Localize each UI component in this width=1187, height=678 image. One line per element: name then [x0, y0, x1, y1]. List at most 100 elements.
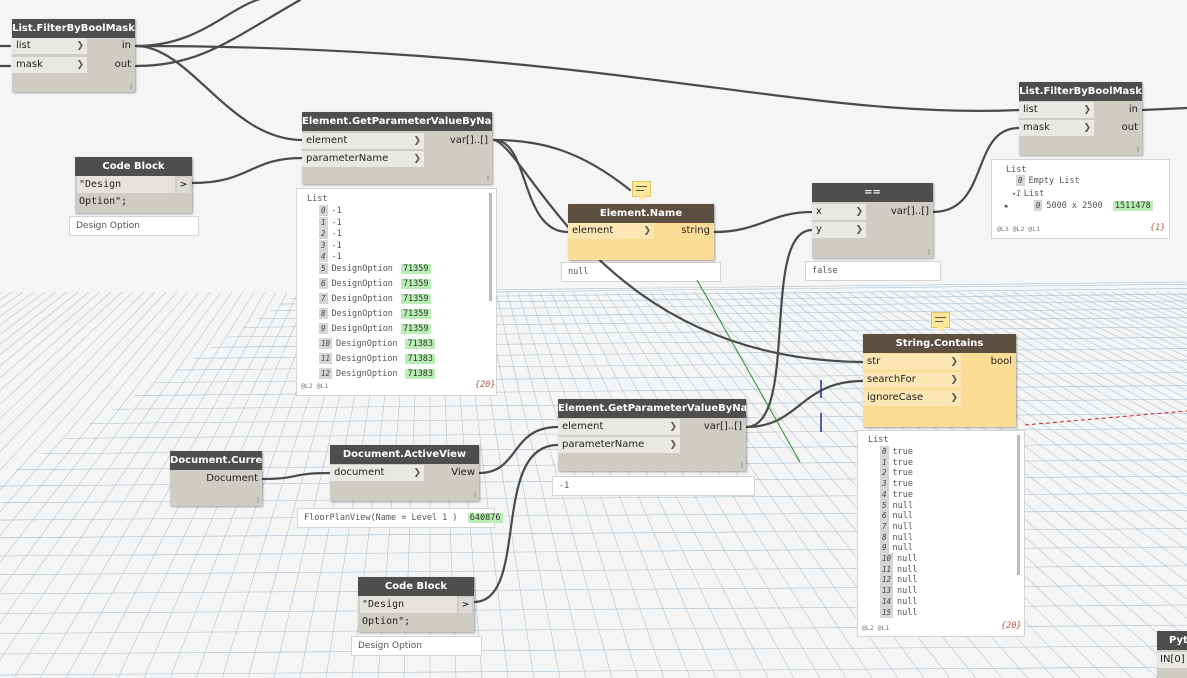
input-port-element[interactable]: element ❯ — [302, 133, 424, 149]
code-block-editor[interactable]: "Design Option"; — [77, 176, 175, 207]
element-id-link[interactable]: 71383 — [405, 353, 436, 364]
get-parameter-value-node[interactable]: Element.GetParameterValueByName element ❯… — [302, 112, 492, 184]
wire[interactable] — [477, 425, 560, 475]
input-port-in0[interactable]: IN[0] — [1157, 652, 1187, 668]
filter-preview-list[interactable]: List 0 Empty List ▾1 List ▪ 0 5000 x 2500 1… — [991, 159, 1170, 239]
input-port-list[interactable]: list ❯ — [1019, 102, 1094, 118]
document-active-view-node[interactable]: Document.ActiveView document ❯ View | — [330, 445, 479, 501]
output-port-var[interactable]: var[]..[] — [442, 133, 492, 149]
preview-row: 5 DesignOption 71359 — [319, 262, 431, 274]
preview-count: {1} — [1150, 223, 1166, 233]
equals-node[interactable]: == x ❯ y ❯ var[]..[] | — [812, 183, 933, 258]
node-title: Code Block — [75, 157, 192, 176]
preview-row: 9 null — [880, 542, 913, 554]
node-title: Document.ActiveView — [330, 445, 479, 464]
preview-scrollbar[interactable] — [1017, 435, 1020, 575]
string-contains-node[interactable]: String.Contains str ❯ searchFor ❯ ignoreCa… — [863, 334, 1016, 427]
output-port-in[interactable]: in — [1100, 102, 1142, 118]
python-script-node[interactable]: Pyt IN[0] — [1157, 631, 1187, 678]
code-block-editor[interactable]: "Design Option"; — [360, 596, 457, 627]
preview-count: {20} — [1001, 621, 1022, 631]
input-port-str[interactable]: str ❯ — [863, 354, 961, 370]
input-port-element[interactable]: element ❯ — [568, 223, 654, 239]
output-port[interactable]: > — [177, 177, 190, 193]
filter-by-bool-mask-node[interactable]: List.FilterByBoolMask list ❯ mask ❯ in out… — [12, 19, 135, 92]
input-port-document[interactable]: document ❯ — [330, 465, 424, 481]
code-block-node[interactable]: Code Block "Design Option"; > — [75, 157, 192, 213]
preview-row: 2 true — [880, 467, 913, 479]
element-id-link[interactable]: 71383 — [405, 368, 436, 379]
input-port-y[interactable]: y ❯ — [812, 222, 866, 238]
node-title: Code Block — [358, 577, 474, 596]
preview-row: 8 null — [880, 531, 913, 543]
preview-row: 4 -1 — [319, 251, 342, 262]
node-preview-list[interactable]: List 0 -1 1 -1 2 -1 3 -1 4 -1 5 DesignOption 71359 6 D… — [296, 188, 497, 396]
preview-levels[interactable]: @L2 @L1 — [862, 624, 889, 632]
output-port-string[interactable]: string — [668, 223, 714, 239]
wire[interactable] — [134, 0, 302, 68]
node-corner: | — [740, 462, 743, 469]
output-port-document[interactable]: Document — [190, 471, 262, 487]
output-port-bool[interactable]: bool — [973, 354, 1016, 370]
wire[interactable] — [134, 44, 1021, 113]
wire[interactable] — [744, 228, 814, 429]
preview-levels[interactable]: @L2 @L1 — [301, 382, 328, 390]
output-port-var[interactable]: var[]..[] — [698, 419, 746, 435]
input-port-mask[interactable]: mask ❯ — [12, 57, 87, 73]
note-icon[interactable] — [931, 312, 950, 332]
preview-list-header: List — [868, 435, 889, 445]
input-port-search-for[interactable]: searchFor ❯ — [863, 372, 961, 388]
output-port-out[interactable]: out — [93, 57, 135, 73]
node-title: Element.GetParameterValueByName — [558, 399, 746, 418]
preview-row: 0 true — [880, 446, 913, 457]
wire[interactable] — [134, 0, 302, 48]
wire[interactable] — [190, 156, 304, 185]
preview-row: 0 -1 — [319, 205, 342, 216]
wire[interactable] — [492, 138, 632, 192]
wire[interactable] — [472, 443, 560, 604]
output-port[interactable]: > — [459, 597, 472, 613]
output-port-var[interactable]: var[]..[] — [884, 204, 933, 220]
output-port-out[interactable]: out — [1100, 120, 1142, 136]
output-port-in[interactable]: in — [93, 38, 135, 54]
preview-row: 1 -1 — [319, 216, 342, 228]
wire[interactable] — [492, 138, 570, 234]
wire[interactable] — [712, 210, 814, 234]
input-port-parameter-name[interactable]: parameterName ❯ — [302, 151, 424, 167]
wire[interactable] — [744, 379, 865, 429]
wire[interactable] — [1141, 106, 1187, 112]
input-port-mask[interactable]: mask ❯ — [1019, 120, 1094, 136]
element-id-link[interactable]: 71359 — [400, 263, 431, 274]
element-id-link[interactable]: 71359 — [400, 323, 431, 334]
note-icon[interactable] — [632, 181, 651, 201]
node-corner: | — [486, 175, 489, 182]
input-port-ignore-case[interactable]: ignoreCase ❯ — [863, 390, 961, 406]
wire[interactable] — [260, 471, 332, 481]
string-contains-preview-list[interactable]: List 0 true 1 true 2 true 3 true 4 true 5 null 6 null… — [857, 430, 1025, 637]
output-port-view[interactable]: View — [435, 465, 479, 481]
element-id-link[interactable]: 71359 — [400, 278, 431, 289]
input-port-list[interactable]: list ❯ — [12, 38, 87, 54]
element-id-link[interactable]: 71359 — [400, 293, 431, 304]
element-name-node[interactable]: Element.Name element ❯ string — [568, 204, 714, 260]
wire[interactable] — [134, 44, 304, 142]
preview-scrollbar[interactable] — [489, 193, 492, 301]
input-port-element[interactable]: element ❯ — [558, 419, 680, 435]
dynamo-canvas[interactable]: List.FilterByBoolMask list ❯ mask ❯ in out… — [0, 0, 1187, 678]
code-block-node[interactable]: Code Block "Design Option"; > — [358, 577, 474, 632]
get-parameter-value-node[interactable]: Element.GetParameterValueByName element ❯… — [558, 399, 746, 471]
filter-by-bool-mask-node[interactable]: List.FilterByBoolMask list ❯ mask ❯ in out… — [1019, 82, 1142, 155]
element-id-link[interactable]: 71383 — [405, 338, 436, 349]
preview-row: 8 DesignOption 71359 — [319, 307, 431, 319]
input-port-x[interactable]: x ❯ — [812, 204, 866, 220]
preview-row: 14 null — [880, 595, 918, 607]
element-id-link[interactable]: 71359 — [400, 308, 431, 319]
preview-row: 1 true — [880, 456, 913, 468]
node-corner: | — [927, 249, 930, 256]
node-corner: | — [129, 83, 132, 90]
document-current-node[interactable]: Document.Current Document | — [170, 451, 262, 506]
preview-levels[interactable]: @L3 @L2 @L1 — [997, 225, 1040, 233]
input-port-parameter-name[interactable]: parameterName ❯ — [558, 437, 680, 453]
element-id-link[interactable]: 1511478 — [1112, 201, 1153, 211]
node-title: Pyt — [1157, 631, 1187, 650]
